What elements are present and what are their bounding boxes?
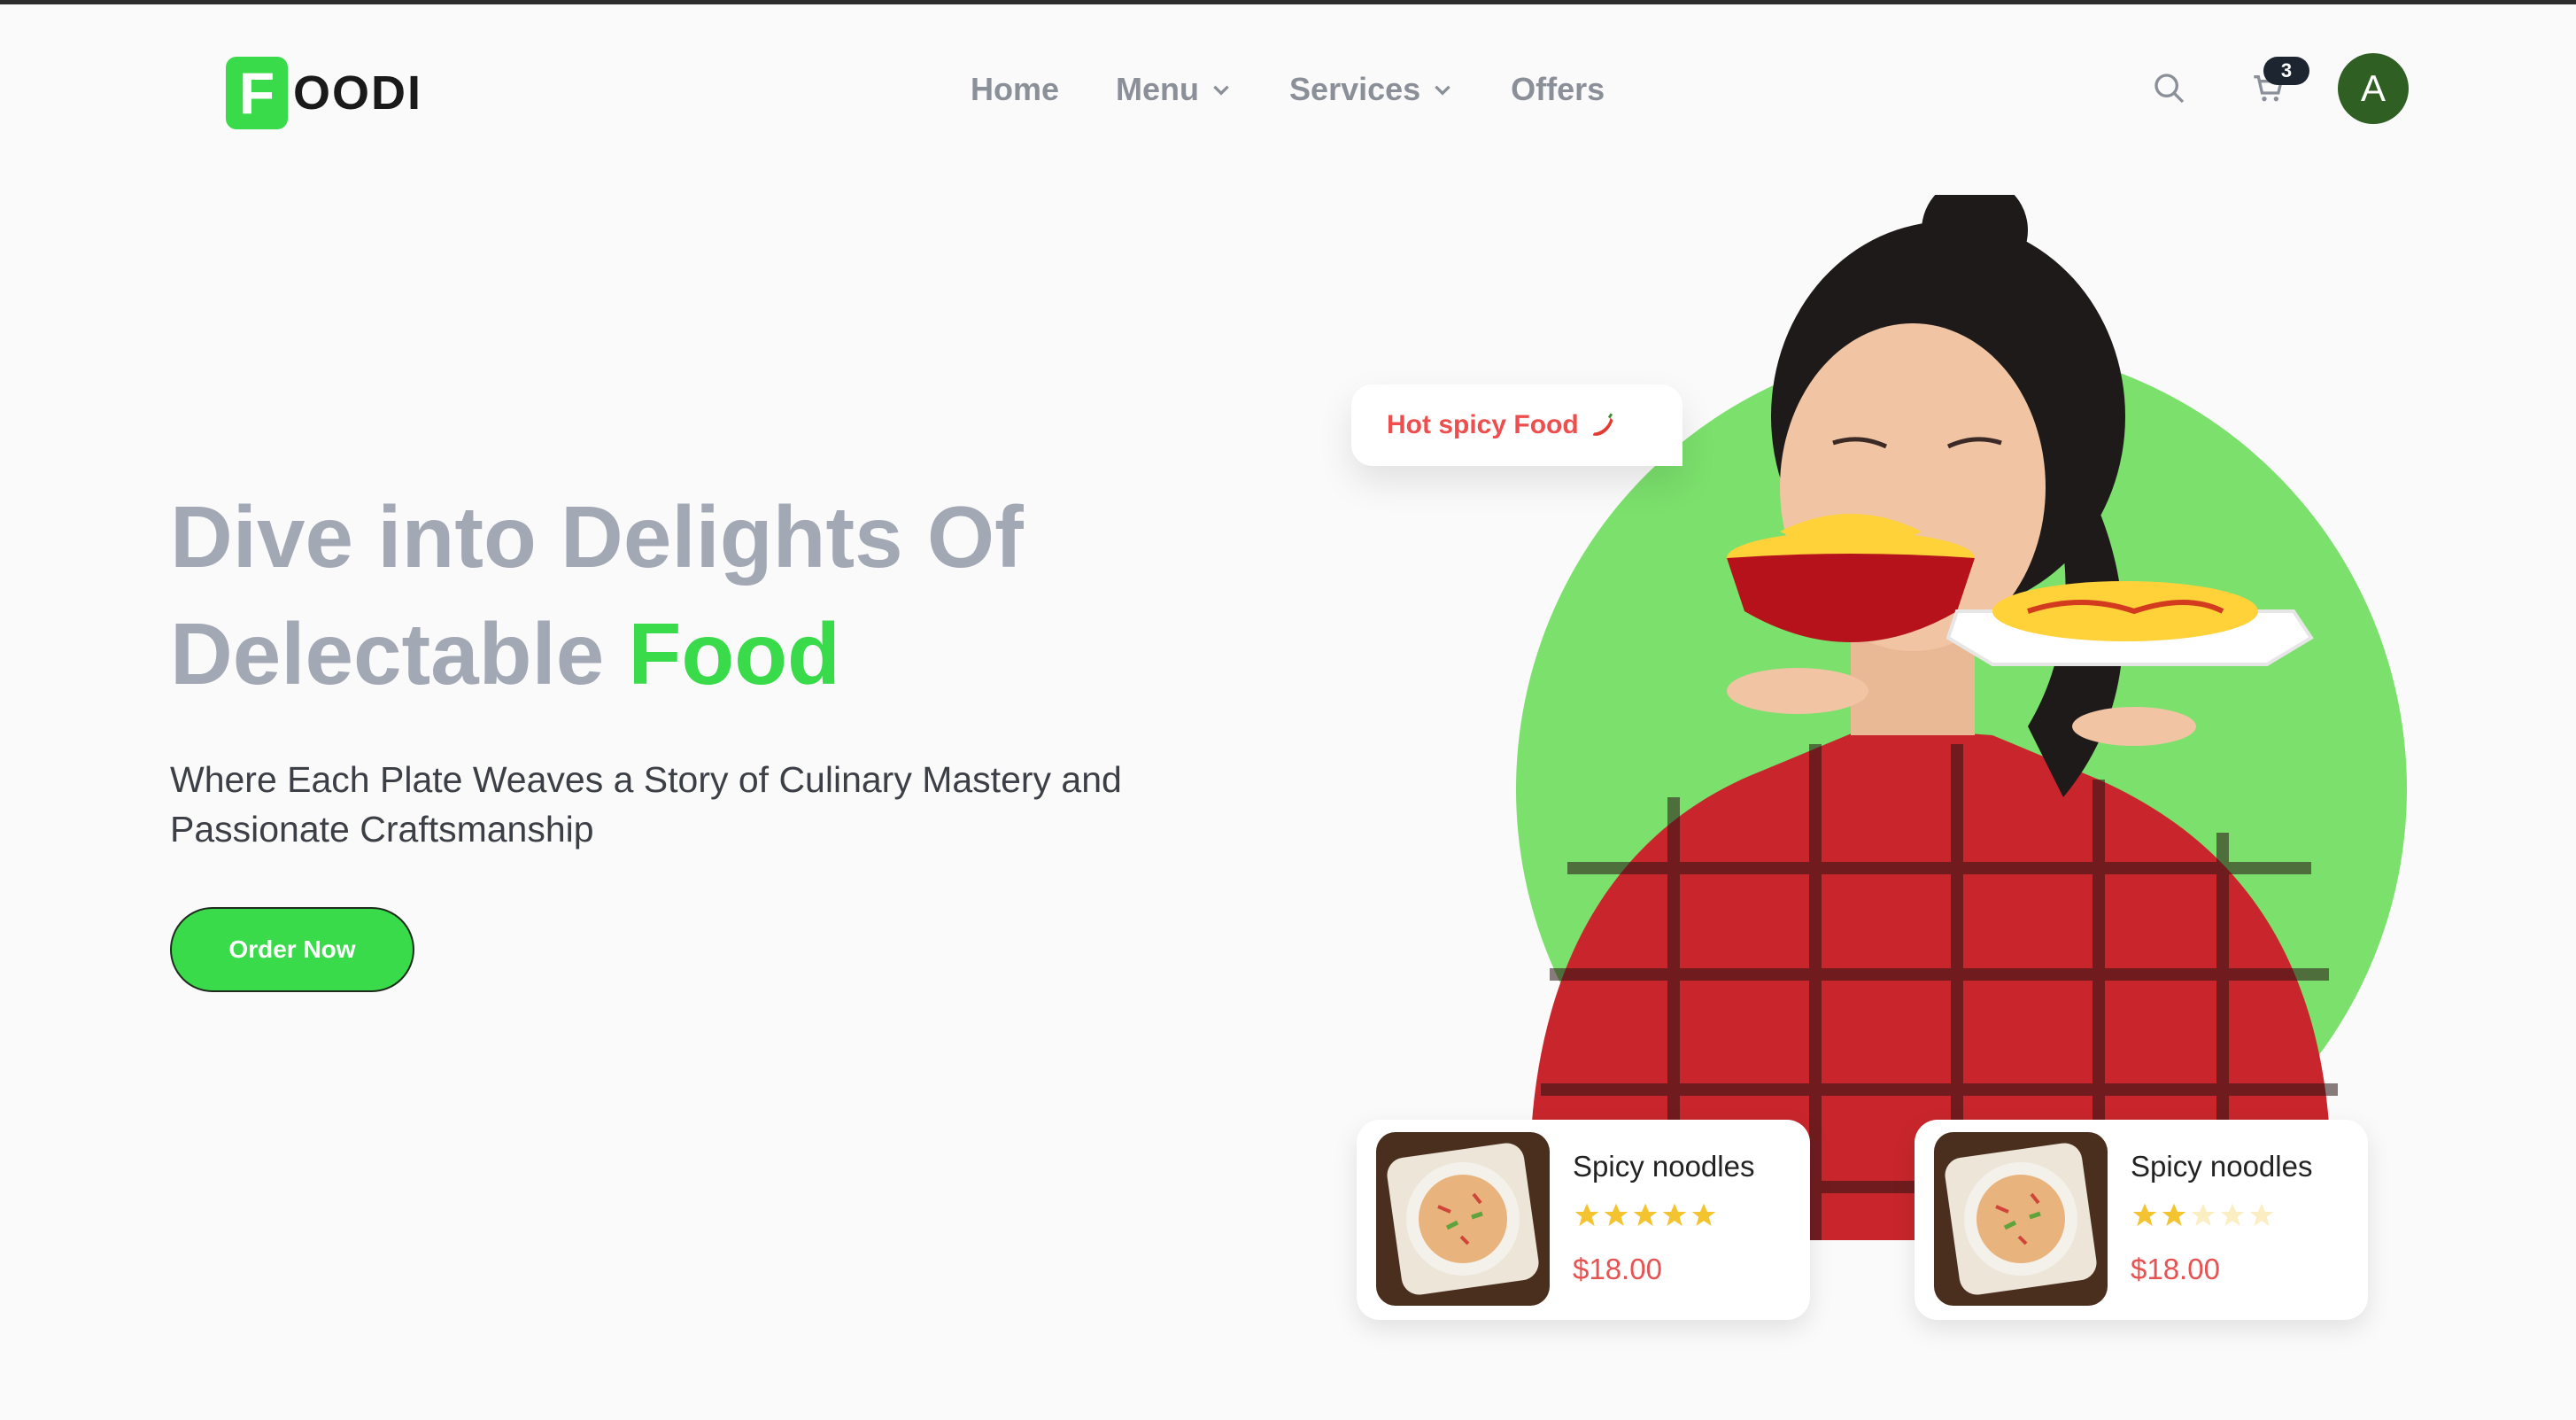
- cart-count-badge: 3: [2263, 57, 2309, 85]
- chili-pepper-icon: [1592, 413, 1613, 436]
- hero-title-accent: Food: [628, 605, 840, 702]
- main-nav: Home Menu Services Offers: [971, 71, 1661, 108]
- rating-stars: [2131, 1201, 2277, 1230]
- logo-text: OODI: [293, 66, 423, 120]
- star-empty-icon: [2191, 1203, 2216, 1226]
- top-border: [0, 0, 2576, 4]
- noodle-dish-image: [1376, 1132, 1550, 1306]
- hero-subtitle: Where Each Plate Weaves a Story of Culin…: [170, 759, 1122, 850]
- logo-mark: F: [226, 57, 288, 129]
- nav-home-label: Home: [971, 71, 1060, 107]
- chevron-down-icon: [1435, 85, 1450, 96]
- star-icon: [1633, 1203, 1658, 1226]
- noodle-dish-image: [1934, 1132, 2108, 1306]
- hot-spicy-food-bubble: Hot spicy Food: [1351, 384, 1683, 466]
- chevron-down-icon: [1213, 85, 1229, 96]
- nav-services-label: Services: [1289, 71, 1421, 107]
- star-empty-icon: [2249, 1203, 2274, 1226]
- search-icon: [2154, 74, 2185, 104]
- hero-title: Dive into Delights Of Delectable Food: [170, 478, 1321, 712]
- user-avatar[interactable]: A: [2338, 53, 2409, 124]
- star-icon: [2132, 1203, 2157, 1226]
- card-price: $18.00: [1573, 1253, 1662, 1285]
- nav-services[interactable]: Services: [1289, 71, 1454, 108]
- star-icon: [1604, 1203, 1628, 1226]
- search-button[interactable]: [2143, 62, 2196, 115]
- nav-offers-label: Offers: [1511, 71, 1605, 107]
- brand-logo[interactable]: F OODI: [226, 57, 422, 129]
- food-card[interactable]: Spicy noodles $18.00: [1915, 1120, 2368, 1320]
- order-now-button[interactable]: Order Now: [170, 907, 414, 992]
- card-title: Spicy noodles: [1573, 1150, 1755, 1183]
- star-icon: [2162, 1203, 2186, 1226]
- food-card[interactable]: Spicy noodles $18.00: [1357, 1120, 1810, 1320]
- star-icon: [1691, 1203, 1716, 1226]
- card-price: $18.00: [2131, 1253, 2220, 1285]
- rating-stars: [1573, 1201, 1719, 1230]
- bubble-text: Hot spicy Food: [1387, 410, 1579, 439]
- nav-home[interactable]: Home: [971, 71, 1059, 108]
- star-icon: [1574, 1203, 1599, 1226]
- nav-menu[interactable]: Menu: [1116, 71, 1233, 108]
- card-title: Spicy noodles: [2131, 1150, 2313, 1183]
- woman-with-noodles-image: [1529, 195, 2338, 1240]
- hero-title-line2: Delectable: [170, 605, 629, 702]
- nav-offers[interactable]: Offers: [1511, 71, 1605, 108]
- star-icon: [1662, 1203, 1687, 1226]
- nav-menu-label: Menu: [1116, 71, 1200, 107]
- header-actions: 3 A: [2143, 53, 2409, 124]
- cart-button[interactable]: 3: [2242, 57, 2309, 115]
- star-empty-icon: [2220, 1203, 2245, 1226]
- hero-title-line1: Dive into Delights Of: [170, 488, 1024, 586]
